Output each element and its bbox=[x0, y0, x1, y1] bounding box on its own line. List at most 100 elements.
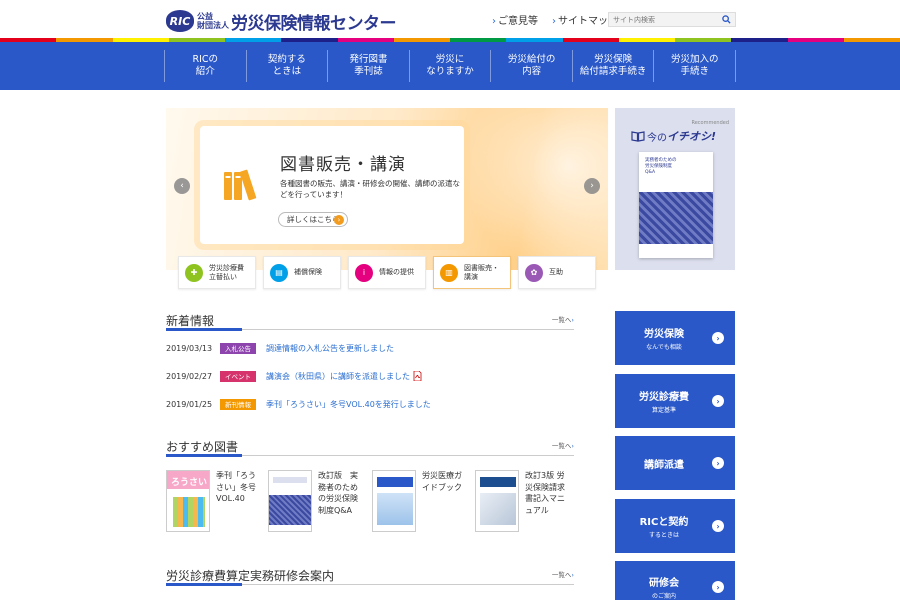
chevron-right-icon: › bbox=[712, 581, 724, 593]
carousel-next-button[interactable]: › bbox=[584, 178, 600, 194]
hero-more-button[interactable]: 詳しくはこちら › bbox=[278, 212, 348, 227]
news-title-link[interactable]: 季刊「ろうさい」冬号VOL.40を発行しました bbox=[266, 399, 431, 410]
news-more-label: 一覧へ bbox=[551, 316, 572, 324]
nav-item-is-it-industrial-accident[interactable]: 労災に なりますか bbox=[408, 50, 491, 82]
logo-title: 労災保険情報センター bbox=[231, 13, 397, 34]
search-icon bbox=[721, 15, 731, 24]
side-button-contract[interactable]: RICと契約 するときは › bbox=[615, 499, 735, 553]
book-cover-title: 実務者のための 労災保険制度 Q&A bbox=[645, 158, 677, 175]
news-title-link[interactable]: 講演会（秋田県）に講師を派遣しました bbox=[266, 371, 410, 382]
book-item[interactable]: 改訂3版 労災保険請求書記入マニュアル bbox=[475, 470, 571, 534]
side-button-consultation[interactable]: 労災保険 なんでも相談 › bbox=[615, 311, 735, 365]
document-icon: ▤ bbox=[270, 263, 288, 282]
tab-label: 労災診療費 立替払い bbox=[209, 263, 244, 281]
recommended-title: 今の イチオシ! bbox=[631, 128, 716, 144]
info-icon: i bbox=[355, 263, 373, 282]
tab-label: 情報の提供 bbox=[379, 268, 414, 276]
news-item: 2019/03/13 入札公告 調達情報の入札公告を更新しました bbox=[166, 341, 394, 355]
news-badge: 入札公告 bbox=[220, 342, 256, 354]
chevron-right-icon: › bbox=[712, 395, 724, 407]
chevron-right-icon: › bbox=[571, 571, 574, 579]
hero-tab-medical-advance[interactable]: ✚ 労災診療費 立替払い bbox=[178, 256, 256, 289]
search-button[interactable] bbox=[719, 13, 733, 26]
book-open-icon bbox=[631, 131, 645, 142]
site-search bbox=[608, 12, 736, 27]
nav-item-enrollment[interactable]: 労災加入の 手続き bbox=[653, 50, 737, 82]
seminar-section-header: 労災診療費算定実務研修会案内 一覧へ› bbox=[166, 563, 574, 586]
nav-item-about[interactable]: RICの 紹介 bbox=[164, 50, 246, 82]
book-title: 改訂3版 労災保険請求書記入マニュアル bbox=[525, 471, 565, 515]
chevron-right-icon: › bbox=[492, 16, 496, 27]
tab-label: 互助 bbox=[549, 268, 563, 276]
book-title: 改訂版 実務者のための労災保険制度Q&A bbox=[318, 471, 358, 515]
side-button-title: 研修会 bbox=[649, 578, 679, 589]
book-item[interactable]: 労災医療ガイドブック bbox=[372, 470, 468, 534]
carousel-prev-button[interactable]: ‹ bbox=[174, 178, 190, 194]
site-header: RIC 公益 財団法人 労災保険情報センター › ご意見等 › サイトマップ bbox=[0, 0, 900, 40]
news-more-link[interactable]: 一覧へ› bbox=[552, 314, 574, 324]
hero-tab-mutual-aid[interactable]: ✿ 互助 bbox=[518, 256, 596, 289]
side-button-lecturer-dispatch[interactable]: 講師派遣 › bbox=[615, 436, 735, 490]
nav-item-publications[interactable]: 発行図書 季刊誌 bbox=[327, 50, 409, 82]
feedback-link[interactable]: › ご意見等 bbox=[492, 12, 538, 27]
hero-description: 各種図書の販売、講演・研修会の開催、講師の派遣などを行っています！ bbox=[280, 179, 460, 199]
logo-subtitle: 公益 財団法人 bbox=[197, 12, 229, 30]
chevron-right-icon: › bbox=[571, 442, 574, 450]
recommended-label: Recommended bbox=[691, 120, 729, 126]
side-button-title: 労災保険 bbox=[644, 329, 684, 340]
hero-tabs: ✚ 労災診療費 立替払い ▤ 補償保険 i 情報の提供 ▥ 図書販売・ 講演 ✿ 互助 bbox=[178, 256, 596, 289]
side-button-title: 労災診療費 bbox=[639, 392, 689, 403]
news-date: 2019/03/13 bbox=[166, 343, 213, 353]
book-item[interactable]: 改訂版 実務者のための労災保険制度Q&A bbox=[268, 470, 364, 534]
chevron-right-icon: › bbox=[334, 215, 344, 225]
books-more-link[interactable]: 一覧へ› bbox=[552, 440, 574, 450]
hero-tab-information[interactable]: i 情報の提供 bbox=[348, 256, 426, 289]
news-title-link[interactable]: 調達情報の入札公告を更新しました bbox=[266, 343, 394, 354]
hero-tab-insurance[interactable]: ▤ 補償保険 bbox=[263, 256, 341, 289]
chevron-right-icon: › bbox=[712, 457, 724, 469]
chevron-left-icon: ‹ bbox=[180, 181, 184, 191]
news-badge: イベント bbox=[220, 370, 256, 382]
book-thumbnail bbox=[372, 470, 416, 532]
side-button-subtitle: のご案内 bbox=[651, 593, 676, 600]
side-button-medical-fee-standards[interactable]: 労災診療費 算定基準 › bbox=[615, 374, 735, 428]
logo-mark: RIC bbox=[166, 10, 194, 32]
nav-item-benefits[interactable]: 労災給付の 内容 bbox=[490, 50, 572, 82]
tab-label: 図書販売・ 講演 bbox=[464, 263, 499, 281]
books-icon: ▥ bbox=[440, 263, 458, 282]
nav-item-contract[interactable]: 契約する ときは bbox=[245, 50, 328, 82]
side-button-subtitle: するときは bbox=[648, 532, 679, 539]
section-underline bbox=[166, 583, 242, 586]
global-nav: RICの 紹介 契約する ときは 発行図書 季刊誌 労災に なりますか 労災給付… bbox=[0, 42, 900, 90]
nav-item-claim-procedure[interactable]: 労災保険 給付請求手続き bbox=[571, 50, 654, 82]
book-thumbnail bbox=[268, 470, 312, 532]
section-underline bbox=[166, 328, 242, 331]
handshake-icon: ✿ bbox=[525, 263, 543, 282]
recommended-book-box[interactable]: Recommended 今の イチオシ! 実務者のための 労災保険制度 Q&A bbox=[615, 108, 735, 270]
hero-tab-books-lectures[interactable]: ▥ 図書販売・ 講演 bbox=[433, 256, 511, 289]
chevron-right-icon: › bbox=[590, 181, 594, 191]
side-button-seminar[interactable]: 研修会 のご案内 › bbox=[615, 561, 735, 600]
books-more-label: 一覧へ bbox=[551, 442, 572, 450]
chevron-right-icon: › bbox=[712, 520, 724, 532]
seminar-more-link[interactable]: 一覧へ› bbox=[552, 569, 574, 579]
book-cover-pattern bbox=[639, 192, 713, 244]
pdf-icon bbox=[413, 371, 422, 381]
recommended-book-cover[interactable]: 実務者のための 労災保険制度 Q&A bbox=[639, 152, 713, 258]
chevron-right-icon: › bbox=[712, 332, 724, 344]
logo-sub-line1: 公益 bbox=[197, 12, 213, 21]
side-button-subtitle: なんでも相談 bbox=[646, 344, 682, 351]
books-section-title: おすすめ図書 bbox=[166, 440, 239, 454]
book-thumbnail bbox=[475, 470, 519, 532]
site-logo[interactable]: RIC 公益 財団法人 労災保険情報センター bbox=[166, 8, 397, 34]
logo-sub-line2: 財団法人 bbox=[197, 21, 229, 30]
book-item[interactable]: ろうさい 季刊「ろうさい」冬号VOL.40 bbox=[166, 470, 262, 534]
hero-carousel: 図書販売・講演 各種図書の販売、講演・研修会の開催、講師の派遣などを行っています… bbox=[166, 108, 608, 270]
side-button-title: 講師派遣 bbox=[644, 459, 684, 471]
chevron-right-icon: › bbox=[552, 16, 556, 27]
recommended-title-main: イチオシ! bbox=[667, 130, 717, 143]
side-button-subtitle: 算定基準 bbox=[651, 407, 676, 414]
seminar-more-label: 一覧へ bbox=[551, 571, 572, 579]
search-input[interactable] bbox=[609, 13, 719, 26]
chevron-right-icon: › bbox=[571, 316, 574, 324]
